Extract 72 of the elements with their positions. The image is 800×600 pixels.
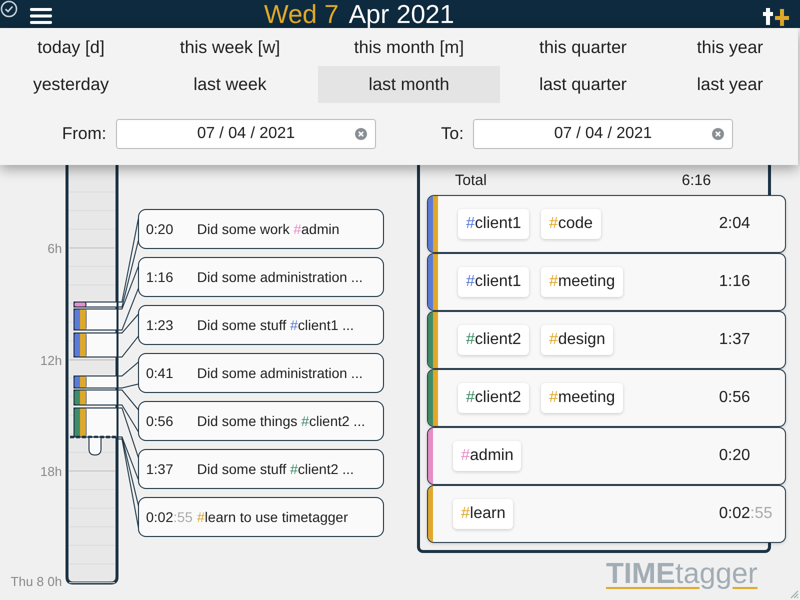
record-card[interactable]: 0:02:55 #learn to use timetagger [138,497,384,537]
summary-row[interactable]: #admin 0:20 [427,427,786,485]
record-description: Did some stuff #client1 ... [197,317,354,333]
check-circle-icon[interactable] [0,0,18,18]
period-option[interactable]: this quarter [500,29,666,66]
record-duration: 1:37 [145,461,174,477]
add-record-icon[interactable] [760,5,790,27]
summary-row[interactable]: #client2 #design 1:37 [427,311,786,369]
summary-row[interactable]: #client1 #meeting 1:16 [427,253,786,311]
from-date-field[interactable]: 07 / 04 / 2021 [116,119,376,149]
record-description: Did some things #client2 ... [197,413,366,429]
hour-label: 18h [40,464,62,479]
row-duration: 0:56 [719,389,752,407]
tag-chip[interactable]: #admin [453,441,522,471]
record-description: Did some stuff #client2 ... [197,461,354,477]
record-description: Did some administration ... [197,269,363,285]
hour-label: 6h [48,241,62,256]
record-card[interactable]: 0:41 Did some administration ... [138,353,384,393]
row-duration: 2:04 [719,215,752,233]
record-description: #learn to use timetagger [197,509,348,525]
clear-icon[interactable] [355,128,367,140]
record-duration: 1:23 [145,317,174,333]
record-card[interactable]: 1:23 Did some stuff #client1 ... [138,305,384,345]
total-duration: 6:16 [682,172,711,188]
tag-chip[interactable]: #client1 [458,209,530,239]
period-option[interactable]: last month [318,66,500,103]
menu-icon[interactable] [30,7,52,25]
row-duration: 1:37 [719,331,752,349]
summary-row[interactable]: #client1 #code 2:04 [427,195,786,253]
period-option[interactable]: last year [666,66,794,103]
hour-label: 12h [40,353,62,368]
record-card[interactable]: 1:16 Did some administration ... [138,257,384,297]
tag-chip[interactable]: #client2 [458,383,530,413]
record-card[interactable]: 0:56 Did some things #client2 ... [138,401,384,441]
record-card[interactable]: 1:37 Did some stuff #client2 ... [138,449,384,489]
row-duration: 1:16 [719,273,752,291]
tag-chip[interactable]: #client2 [458,325,530,355]
tag-chip[interactable]: #meeting [541,267,623,297]
period-option[interactable]: this week [w] [142,29,318,66]
summary-row[interactable]: #client2 #meeting 0:56 [427,369,786,427]
tag-chip[interactable]: #code [541,209,601,239]
record-description: Did some administration ... [197,365,363,381]
from-label: From: [62,124,108,144]
hour-label: Thu 8 0h [10,574,62,589]
row-duration: 0:20 [719,447,752,465]
record-duration: 1:16 [145,269,174,285]
date-month: Apr 2021 [348,0,454,28]
period-option[interactable]: last week [142,66,318,103]
tag-chip[interactable]: #learn [453,499,514,529]
to-label: To: [441,124,465,144]
tag-chip[interactable]: #design [541,325,614,355]
tag-chip[interactable]: #client1 [458,267,530,297]
to-date-field[interactable]: 07 / 04 / 2021 [473,119,733,149]
period-option[interactable]: yesterday [0,66,142,103]
clear-icon[interactable] [712,128,724,140]
record-duration: 0:56 [145,413,174,429]
record-duration: 0:20 [145,221,174,237]
tag-chip[interactable]: #meeting [541,383,623,413]
record-duration: 0:02:55 [145,509,194,525]
logo: TIMEtagger [606,558,758,590]
summary-row[interactable]: #learn 0:02:55 [427,485,786,543]
total-label: Total [455,172,487,188]
date-day: Wed 7 [264,0,339,28]
period-option[interactable]: today [d] [0,29,142,66]
period-option[interactable]: this month [m] [318,29,500,66]
row-duration: 0:02:55 [719,505,774,523]
record-description: Did some work #admin [197,221,340,237]
period-option[interactable]: this year [666,29,794,66]
resize-grip-icon[interactable] [789,589,799,599]
record-card[interactable]: 0:20 Did some work #admin [138,209,384,249]
period-option[interactable]: last quarter [500,66,666,103]
record-duration: 0:41 [145,365,174,381]
